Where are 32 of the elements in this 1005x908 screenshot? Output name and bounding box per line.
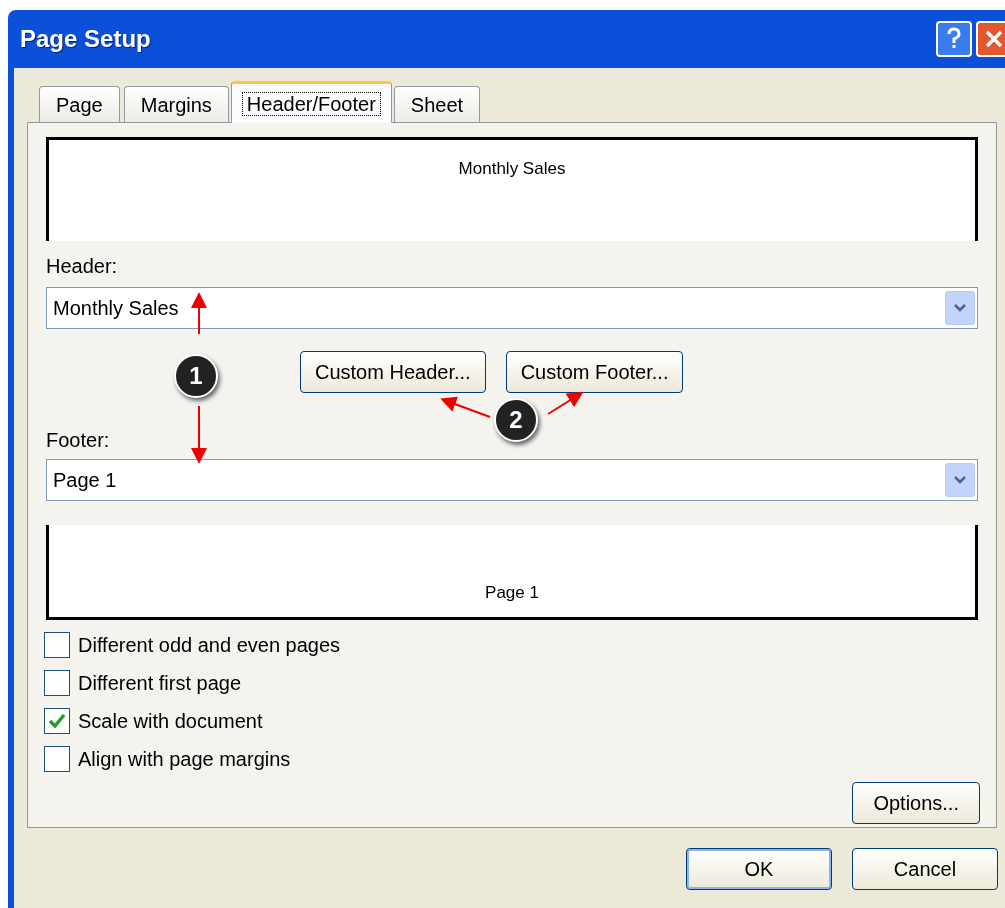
combo-value: Monthly Sales <box>53 296 179 321</box>
tab[interactable]: Page <box>39 86 120 122</box>
footer-label: Footer: <box>46 428 110 453</box>
checkbox-label: Different odd and even pages <box>78 633 341 658</box>
options-button[interactable]: Options... <box>852 782 980 824</box>
tab[interactable]: Sheet <box>393 86 481 122</box>
footer-dropdown[interactable]: Page 1 <box>46 459 978 501</box>
checkbox[interactable] <box>44 632 70 658</box>
arrow <box>191 292 207 335</box>
checkbox-label: Different first page <box>78 671 242 696</box>
checkbox-label: Scale with document <box>78 709 263 734</box>
footer-preview-text: Page 1 <box>485 581 539 604</box>
header-preview-text: Monthly Sales <box>458 158 566 180</box>
header-dropdown[interactable]: Monthly Sales <box>46 287 978 329</box>
arrow <box>191 405 207 464</box>
arrow <box>440 396 491 418</box>
checkbox-label: Align with page margins <box>78 747 291 772</box>
dialog-button[interactable]: OK <box>686 848 832 890</box>
checkbox[interactable] <box>44 708 70 734</box>
custom-button[interactable]: Custom Footer... <box>505 351 684 393</box>
tab[interactable]: Margins <box>123 86 229 122</box>
window-title: Page Setup <box>20 24 152 54</box>
checkbox[interactable] <box>44 746 70 772</box>
checkbox[interactable] <box>44 670 70 696</box>
header-label: Header: <box>46 254 118 279</box>
help-icon[interactable] <box>936 21 972 57</box>
combo-value: Page 1 <box>53 468 117 493</box>
custom-button[interactable]: Custom Header... <box>300 351 486 393</box>
close-icon[interactable] <box>976 21 1005 57</box>
dialog-button[interactable]: Cancel <box>852 848 998 890</box>
arrow <box>547 391 584 415</box>
tab[interactable]: Header/Footer <box>230 81 392 123</box>
